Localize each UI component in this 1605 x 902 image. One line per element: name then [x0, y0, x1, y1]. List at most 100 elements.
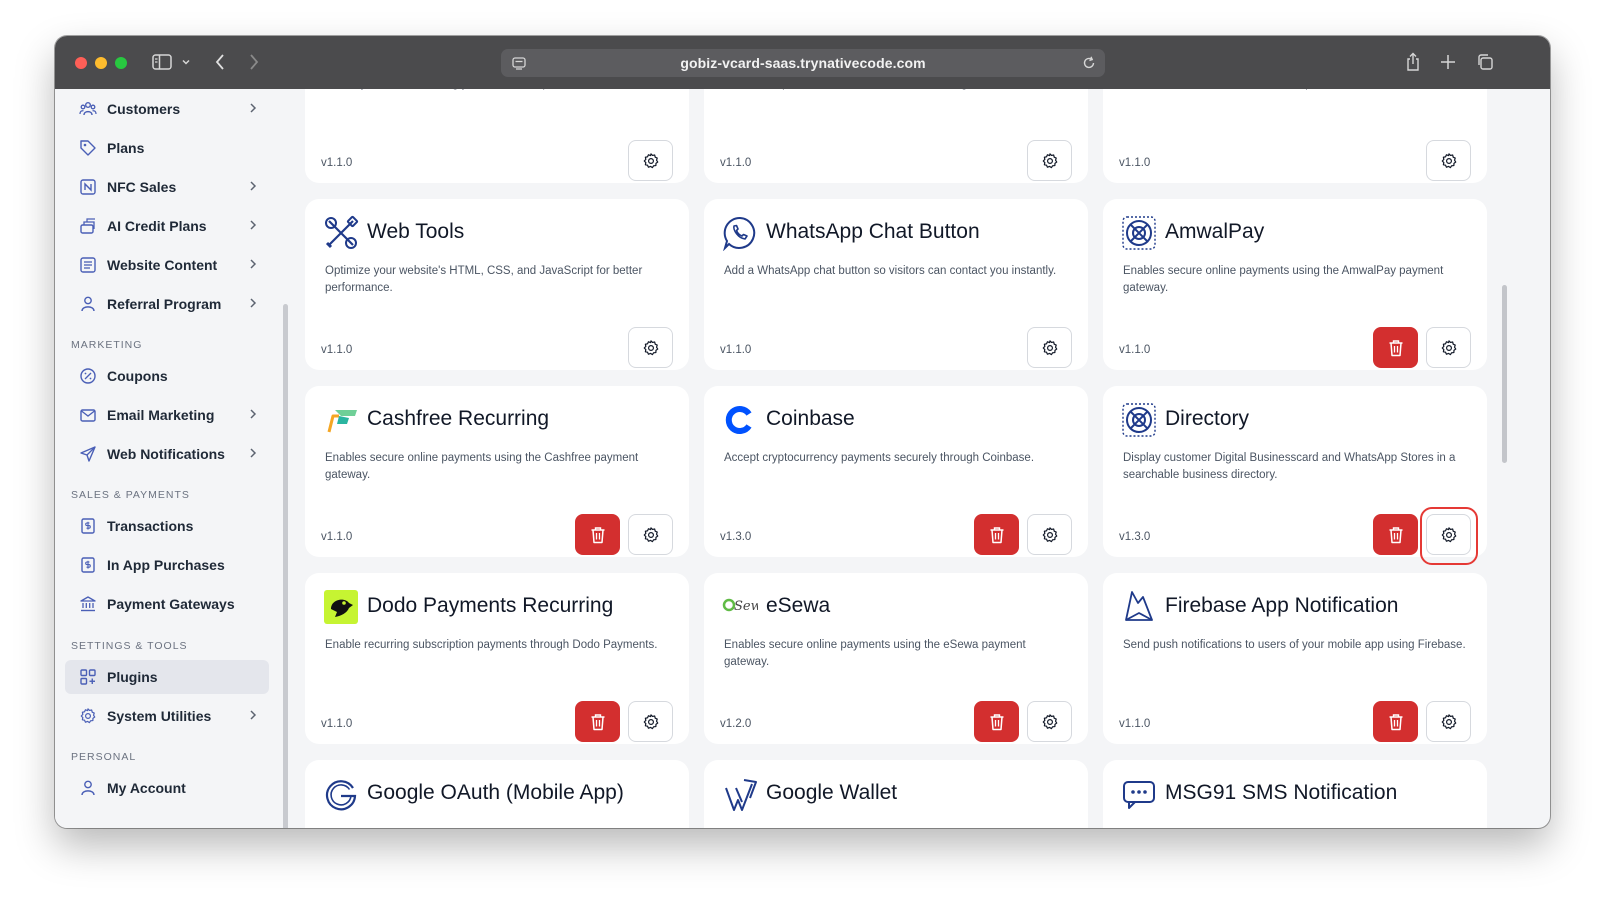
- sidebar-item-customers[interactable]: Customers: [65, 92, 269, 126]
- plugin-title: Coinbase: [766, 407, 855, 430]
- plugin-title: Web Tools: [367, 220, 465, 243]
- sidebar-item-plans[interactable]: Plans: [65, 131, 269, 165]
- plugin-delete-button[interactable]: [1373, 701, 1418, 742]
- sidebar-item-website-content[interactable]: Website Content: [65, 248, 269, 282]
- section-header-sales: SALES & PAYMENTS: [71, 489, 190, 501]
- plugin-card: Web Tools Optimize your website's HTML, C…: [305, 199, 689, 370]
- plugin-settings-button[interactable]: [1027, 514, 1072, 555]
- minimize-window-button[interactable]: [95, 57, 107, 69]
- sidebar-item-label: Plans: [107, 140, 145, 156]
- sidebar-item-label: Coupons: [107, 368, 168, 384]
- sidebar-item-email-marketing[interactable]: Email Marketing: [65, 398, 269, 432]
- browser-toolbar: gobiz-vcard-saas.trynativecode.com: [55, 36, 1550, 89]
- google-wallet-icon: [722, 776, 758, 812]
- plugin-settings-button[interactable]: [1027, 140, 1072, 181]
- sidebar-item-web-notifications[interactable]: Web Notifications: [65, 437, 269, 471]
- plugin-card: Cashfree Recurring Enables secure online …: [305, 386, 689, 557]
- plugin-card: Google Wallet: [704, 760, 1088, 828]
- coinbase-logo-icon: [722, 402, 758, 438]
- tab-overview-icon[interactable]: [1475, 50, 1495, 74]
- plugin-card: Dodo Payments Recurring Enable recurring …: [305, 573, 689, 744]
- plugin-delete-button[interactable]: [575, 701, 620, 742]
- percent-icon: [79, 367, 97, 385]
- address-bar[interactable]: gobiz-vcard-saas.trynativecode.com: [501, 49, 1105, 77]
- user-icon: [79, 295, 97, 313]
- plugin-card: Google OAuth (Mobile App): [305, 760, 689, 828]
- sidebar-item-label: Transactions: [107, 518, 194, 534]
- plugin-settings-button[interactable]: [628, 327, 673, 368]
- chevron-down-icon[interactable]: [180, 50, 192, 74]
- plugin-description: Display customer Digital Businesscard an…: [1123, 452, 1456, 481]
- new-tab-icon[interactable]: [1439, 50, 1457, 74]
- back-icon[interactable]: [212, 50, 228, 74]
- sidebar-item-label: AI Credit Plans: [107, 218, 207, 234]
- chevron-right-icon: [247, 257, 259, 271]
- plugin-settings-button[interactable]: [1027, 327, 1072, 368]
- sidebar-toggle-icon[interactable]: [151, 50, 173, 74]
- plugin-settings-button[interactable]: [628, 140, 673, 181]
- plugin-version: v1.1.0: [321, 157, 353, 169]
- plugin-description: Enables secure online payments using the…: [1123, 265, 1444, 294]
- amwalpay-logo-icon: [1121, 215, 1157, 251]
- sidebar-item-referral-program[interactable]: Referral Program: [65, 287, 269, 321]
- mail-icon: [79, 406, 97, 424]
- reload-icon[interactable]: [1081, 55, 1097, 76]
- plugin-description: Enables secure online payments using the…: [325, 452, 639, 481]
- sidebar-item-plugins[interactable]: Plugins: [65, 660, 269, 694]
- plugin-settings-button[interactable]: [1426, 701, 1471, 742]
- sidebar-item-in-app-purchases[interactable]: In App Purchases: [65, 548, 269, 582]
- plugin-version: v1.1.0: [1119, 718, 1151, 730]
- plugin-delete-button[interactable]: [575, 514, 620, 555]
- chat-dots-icon: [1121, 776, 1157, 812]
- sidebar-item-transactions[interactable]: Transactions: [65, 509, 269, 543]
- plugin-version: v1.2.0: [720, 718, 752, 730]
- directory-logo-icon: [1121, 402, 1157, 438]
- chevron-right-icon: [247, 407, 259, 421]
- send-icon: [79, 445, 97, 463]
- plugin-settings-button[interactable]: [1426, 140, 1471, 181]
- plugins-grid: Send system emails using your own email …: [293, 89, 1550, 828]
- plugin-version: v1.1.0: [1119, 344, 1151, 356]
- sidebar-item-system-utilities[interactable]: System Utilities: [65, 699, 269, 733]
- plugin-settings-button[interactable]: [628, 514, 673, 555]
- sidebar-item-coupons[interactable]: Coupons: [65, 359, 269, 393]
- sidebar-item-label: Referral Program: [107, 296, 222, 312]
- page-settings-icon[interactable]: [511, 55, 527, 76]
- svg-text:Sewa: Sewa: [734, 599, 758, 614]
- plugin-delete-button[interactable]: [1373, 327, 1418, 368]
- section-header-settings: SETTINGS & TOOLS: [71, 640, 188, 652]
- sidebar-item-label: Email Marketing: [107, 407, 215, 423]
- layers-icon: [79, 217, 97, 235]
- plugin-card: Firebase App Notification Send push notif…: [1103, 573, 1487, 744]
- zoom-window-button[interactable]: [115, 57, 127, 69]
- forward-icon[interactable]: [246, 50, 262, 74]
- share-icon[interactable]: [1404, 50, 1422, 74]
- plugin-version: v1.1.0: [720, 157, 752, 169]
- tag-icon: [79, 139, 97, 157]
- plugin-card: Send system emails using your own email …: [305, 89, 689, 183]
- sidebar-item-label: Customers: [107, 101, 181, 117]
- close-window-button[interactable]: [75, 57, 87, 69]
- sidebar-item-payment-gateways[interactable]: Payment Gateways: [65, 587, 269, 621]
- plugin-settings-button[interactable]: [628, 701, 673, 742]
- whatsapp-icon: [722, 215, 758, 252]
- grid-icon: [79, 668, 97, 686]
- plugin-settings-button[interactable]: [1426, 327, 1471, 368]
- sidebar-item-ai-credit-plans[interactable]: AI Credit Plans: [65, 209, 269, 243]
- sidebar-item-nfc-sales[interactable]: NFC Sales: [65, 170, 269, 204]
- plugin-delete-button[interactable]: [974, 514, 1019, 555]
- main-scrollbar[interactable]: [1502, 285, 1507, 463]
- plugin-delete-button[interactable]: [1373, 514, 1418, 555]
- layout-icon: [79, 256, 97, 274]
- sidebar-item-label: Web Notifications: [107, 446, 225, 462]
- plugin-card: Sewa eSewa Enables secure online payments …: [704, 573, 1088, 744]
- plugin-settings-button[interactable]: [1027, 701, 1072, 742]
- plugin-delete-button[interactable]: [974, 701, 1019, 742]
- browser-window: gobiz-vcard-saas.trynativecode.com Custo…: [55, 36, 1550, 828]
- receipt-icon: [79, 517, 97, 535]
- sidebar: Customers Plans NFC Sales AI Credit Plan…: [55, 89, 293, 828]
- chevron-right-icon: [247, 179, 259, 193]
- plugin-card: Coinbase Accept cryptocurrency payments s…: [704, 386, 1088, 557]
- sidebar-item-my-account[interactable]: My Account: [65, 771, 269, 805]
- sidebar-scrollbar[interactable]: [283, 304, 288, 828]
